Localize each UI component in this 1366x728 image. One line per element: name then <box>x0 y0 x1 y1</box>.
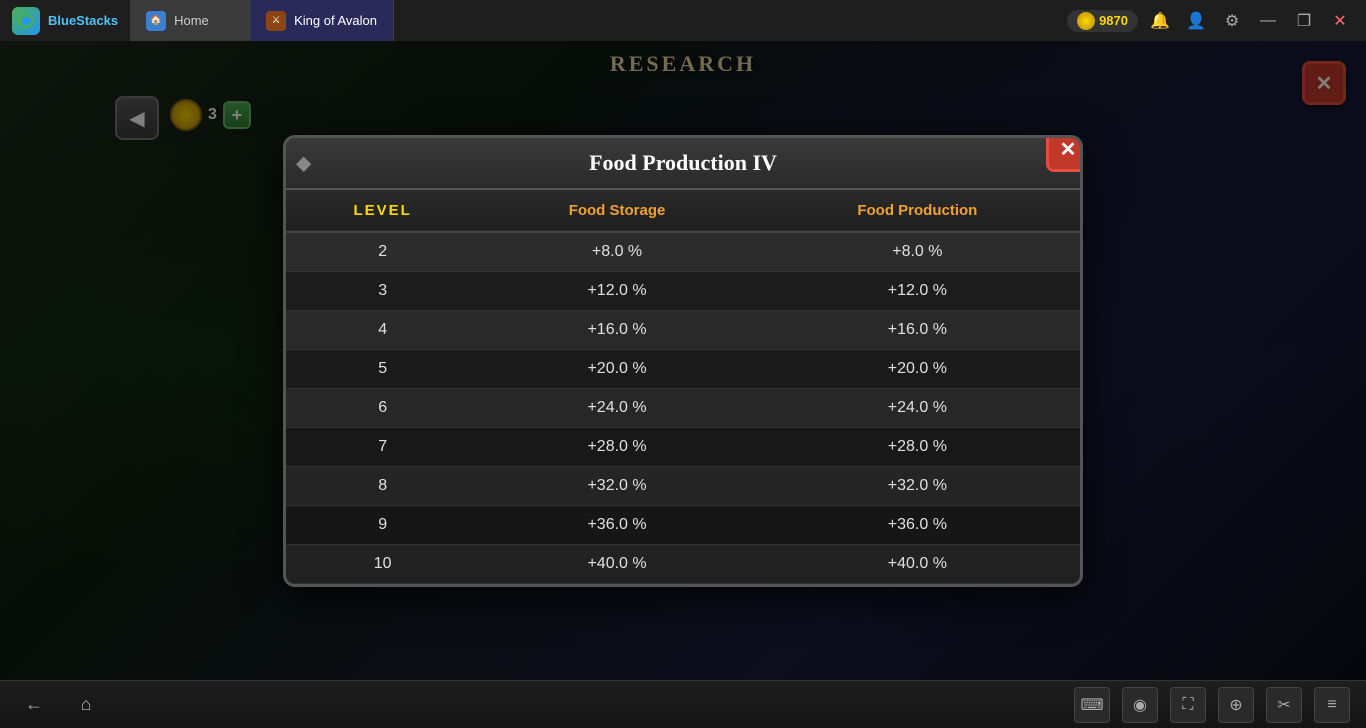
table-row: 8+32.0 %+32.0 % <box>286 466 1080 505</box>
cell-level: 10 <box>286 544 479 583</box>
taskbar-menu-button[interactable]: ≡ <box>1314 687 1350 723</box>
cell-food-storage: +12.0 % <box>479 271 754 310</box>
close-button[interactable]: ✕ <box>1326 7 1354 35</box>
home-tab-icon: 🏠 <box>146 11 166 31</box>
cell-food-production: +36.0 % <box>755 505 1080 544</box>
table-header-row: LEVEL Food Storage Food Production <box>286 190 1080 232</box>
modal-dialog: ✕ ◆ Food Production IV ◆ LEVEL Food Stor… <box>283 135 1083 587</box>
research-table: LEVEL Food Storage Food Production 2+8.0… <box>286 190 1080 584</box>
table-row: 9+36.0 %+36.0 % <box>286 505 1080 544</box>
coin-count: 9870 <box>1099 13 1128 28</box>
taskbar-expand-button[interactable]: ⛶ <box>1170 687 1206 723</box>
taskbar-location-button[interactable]: ⊕ <box>1218 687 1254 723</box>
cell-food-production: +40.0 % <box>755 544 1080 583</box>
bluestacks-logo <box>12 7 40 35</box>
cell-food-storage: +8.0 % <box>479 232 754 272</box>
cell-food-production: +12.0 % <box>755 271 1080 310</box>
table-row: 10+40.0 %+40.0 % <box>286 544 1080 583</box>
home-tab-label: Home <box>174 13 209 28</box>
cell-level: 4 <box>286 310 479 349</box>
col-header-food-production: Food Production <box>755 190 1080 232</box>
coin-icon: ● <box>1077 12 1095 30</box>
cell-food-storage: +36.0 % <box>479 505 754 544</box>
taskbar: ← ⌂ ⌨ ◉ ⛶ ⊕ ✂ ≡ <box>0 680 1366 728</box>
cell-level: 2 <box>286 232 479 272</box>
cell-level: 6 <box>286 388 479 427</box>
cell-food-storage: +24.0 % <box>479 388 754 427</box>
table-row: 6+24.0 %+24.0 % <box>286 388 1080 427</box>
app-logo-area: BlueStacks <box>0 7 130 35</box>
col-header-level: LEVEL <box>286 190 479 232</box>
restore-button[interactable]: ❐ <box>1290 7 1318 35</box>
taskbar-eye-button[interactable]: ◉ <box>1122 687 1158 723</box>
settings-icon[interactable]: ⚙ <box>1218 7 1246 35</box>
cell-food-storage: +32.0 % <box>479 466 754 505</box>
taskbar-right: ⌨ ◉ ⛶ ⊕ ✂ ≡ <box>1074 687 1350 723</box>
cell-food-storage: +28.0 % <box>479 427 754 466</box>
table-row: 5+20.0 %+20.0 % <box>286 349 1080 388</box>
cell-level: 8 <box>286 466 479 505</box>
game-area: RESEARCH ◀ 3 + ✕ ✕ ◆ Food Production IV … <box>0 41 1366 680</box>
cell-level: 7 <box>286 427 479 466</box>
notification-icon[interactable]: 🔔 <box>1146 7 1174 35</box>
cell-food-storage: +40.0 % <box>479 544 754 583</box>
cell-level: 9 <box>286 505 479 544</box>
cell-level: 5 <box>286 349 479 388</box>
titlebar-right: ● 9870 🔔 👤 ⚙ — ❐ ✕ <box>1055 7 1366 35</box>
cell-level: 3 <box>286 271 479 310</box>
taskbar-scissors-button[interactable]: ✂ <box>1266 687 1302 723</box>
taskbar-back-button[interactable]: ← <box>16 687 52 723</box>
cell-food-production: +32.0 % <box>755 466 1080 505</box>
app-name: BlueStacks <box>48 13 118 28</box>
minimize-button[interactable]: — <box>1254 7 1282 35</box>
title-deco-left: ◆ <box>296 150 311 175</box>
table-row: 7+28.0 %+28.0 % <box>286 427 1080 466</box>
col-header-food-storage: Food Storage <box>479 190 754 232</box>
cell-food-production: +24.0 % <box>755 388 1080 427</box>
tab-game[interactable]: ⚔ King of Avalon <box>250 0 394 41</box>
table-row: 3+12.0 %+12.0 % <box>286 271 1080 310</box>
taskbar-keyboard-button[interactable]: ⌨ <box>1074 687 1110 723</box>
taskbar-home-button[interactable]: ⌂ <box>68 687 104 723</box>
tab-home[interactable]: 🏠 Home <box>130 0 250 41</box>
table-row: 4+16.0 %+16.0 % <box>286 310 1080 349</box>
profile-icon[interactable]: 👤 <box>1182 7 1210 35</box>
modal-title-bar: ◆ Food Production IV ◆ <box>286 138 1080 190</box>
coins-badge: ● 9870 <box>1067 10 1138 32</box>
game-tab-label: King of Avalon <box>294 13 377 28</box>
cell-food-production: +8.0 % <box>755 232 1080 272</box>
cell-food-production: +20.0 % <box>755 349 1080 388</box>
cell-food-production: +16.0 % <box>755 310 1080 349</box>
cell-food-storage: +16.0 % <box>479 310 754 349</box>
cell-food-production: +28.0 % <box>755 427 1080 466</box>
modal-title: Food Production IV <box>589 150 777 175</box>
titlebar: BlueStacks 🏠 Home ⚔ King of Avalon ● 987… <box>0 0 1366 41</box>
tab-bar: 🏠 Home ⚔ King of Avalon <box>130 0 1055 41</box>
table-row: 2+8.0 %+8.0 % <box>286 232 1080 272</box>
table-body: 2+8.0 %+8.0 %3+12.0 %+12.0 %4+16.0 %+16.… <box>286 232 1080 584</box>
modal-overlay: ✕ ◆ Food Production IV ◆ LEVEL Food Stor… <box>0 41 1366 680</box>
modal-close-button[interactable]: ✕ <box>1046 135 1083 172</box>
game-tab-icon: ⚔ <box>266 11 286 31</box>
cell-food-storage: +20.0 % <box>479 349 754 388</box>
